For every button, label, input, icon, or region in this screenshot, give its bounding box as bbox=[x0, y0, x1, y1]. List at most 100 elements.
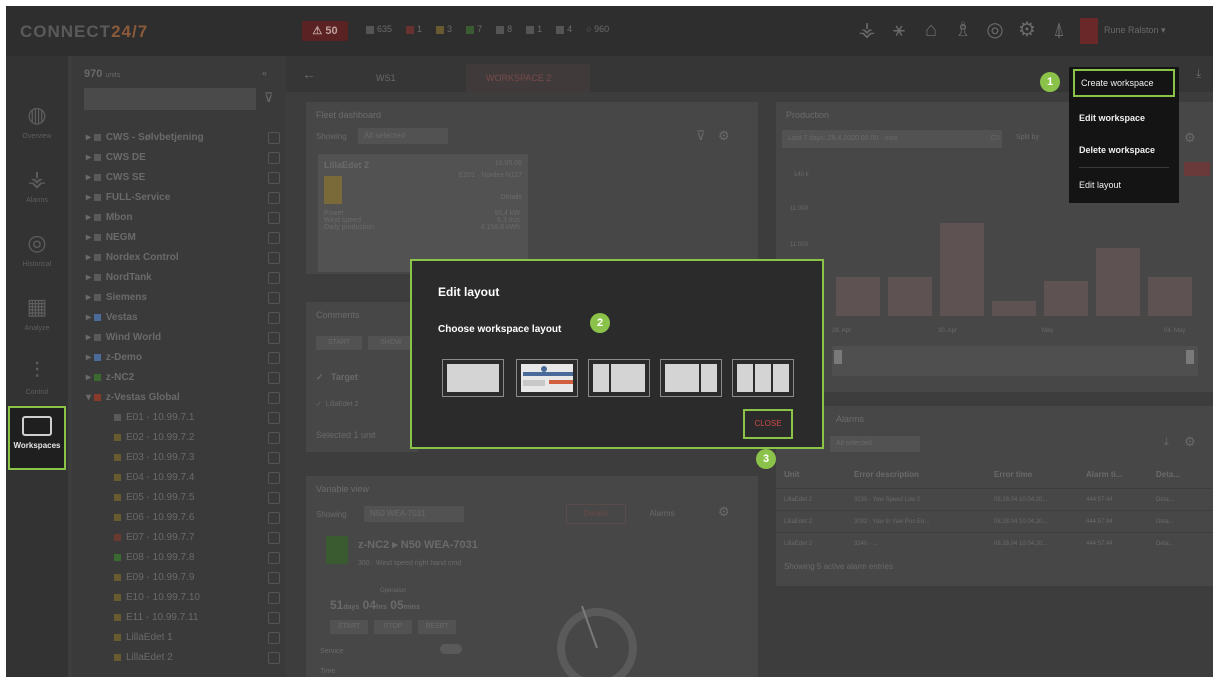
tree-checkbox[interactable] bbox=[268, 552, 280, 564]
tree-checkbox[interactable] bbox=[268, 232, 280, 244]
start-button[interactable]: START bbox=[316, 336, 362, 350]
date-range-select[interactable]: Last 7 days: 28.4.2020 00.00 - now bbox=[782, 130, 1002, 148]
gauge-icon[interactable]: ◎ bbox=[984, 16, 1006, 44]
status-item[interactable]: 7 bbox=[466, 24, 482, 34]
tree-group[interactable]: ▸ NEGM bbox=[86, 228, 282, 248]
caret-down-icon[interactable]: ▾ bbox=[86, 392, 94, 403]
status-item[interactable]: 4 bbox=[556, 24, 572, 34]
tree-group[interactable]: ▸ CWS - Sølvbetjening bbox=[86, 128, 282, 148]
nav-historical[interactable]: ◎ Historical bbox=[6, 224, 68, 282]
caret-right-icon[interactable]: ▸ bbox=[86, 312, 94, 323]
nav-alarms[interactable]: ⚶ Alarms bbox=[6, 160, 68, 218]
tree-checkbox[interactable] bbox=[268, 392, 280, 404]
tree-checkbox[interactable] bbox=[268, 652, 280, 664]
tree-unit[interactable]: E11 - 10.99.7.11 bbox=[114, 608, 282, 628]
alarm-filter-select[interactable]: All selected bbox=[830, 436, 920, 452]
column-header[interactable]: Error description bbox=[846, 462, 986, 488]
caret-right-icon[interactable]: ▸ bbox=[86, 272, 94, 283]
user-menu[interactable]: Rune Ralston ▾ bbox=[1104, 25, 1166, 36]
range-handle-right[interactable] bbox=[1186, 350, 1194, 364]
solar-icon[interactable]: ⚹ bbox=[888, 16, 910, 44]
layout-option-split-3[interactable] bbox=[732, 359, 794, 397]
tree-checkbox[interactable] bbox=[268, 632, 280, 644]
table-cell[interactable]: Deta... bbox=[1148, 533, 1200, 554]
caret-right-icon[interactable]: ▸ bbox=[86, 212, 94, 223]
tree-group[interactable]: ▸ Mbon bbox=[86, 208, 282, 228]
export-icon[interactable]: ⤓ bbox=[1196, 66, 1201, 81]
tree-checkbox[interactable] bbox=[268, 532, 280, 544]
wind-turbine-icon[interactable]: ⚶ bbox=[856, 16, 878, 44]
tree-unit[interactable]: E09 - 10.99.7.9 bbox=[114, 568, 282, 588]
tree-checkbox[interactable] bbox=[268, 312, 280, 324]
calendar-icon[interactable]: ▭ bbox=[990, 132, 999, 143]
tree-group[interactable]: ▸ Nordex Control bbox=[86, 248, 282, 268]
nav-analyze[interactable]: ▦ Analyze bbox=[6, 288, 68, 346]
tree-checkbox[interactable] bbox=[268, 272, 280, 284]
table-cell[interactable]: Deta... bbox=[1148, 511, 1200, 532]
tree-unit[interactable]: E02 - 10.99.7.2 bbox=[114, 428, 282, 448]
table-row[interactable]: LillaEdet 2 3140 - ... 08.28.04 10.04.20..… bbox=[776, 532, 1213, 554]
status-item[interactable]: 1 bbox=[526, 24, 542, 34]
tree-search-input[interactable] bbox=[84, 88, 256, 110]
tower-icon[interactable]: ♗ bbox=[952, 16, 974, 44]
alarm-count-badge[interactable]: ⚠ 50 bbox=[302, 21, 348, 41]
service-toggle[interactable] bbox=[440, 644, 462, 654]
caret-right-icon[interactable]: ▸ bbox=[86, 252, 94, 263]
caret-right-icon[interactable]: ▸ bbox=[86, 172, 94, 183]
production-bar[interactable] bbox=[940, 223, 984, 316]
building-icon[interactable]: ⌂ bbox=[920, 16, 942, 44]
caret-right-icon[interactable]: ▸ bbox=[86, 232, 94, 243]
tree-unit[interactable]: E03 - 10.99.7.3 bbox=[114, 448, 282, 468]
unit-card[interactable]: LillaEdet 2 10.05.06 E201 · Nordex N117 … bbox=[318, 154, 528, 272]
create-workspace-item[interactable]: Create workspace bbox=[1073, 69, 1175, 97]
production-bar[interactable] bbox=[992, 301, 1036, 316]
filter-icon[interactable]: ⊽ bbox=[696, 128, 706, 144]
showing-select[interactable]: All selected bbox=[358, 128, 448, 144]
tree-unit[interactable]: E08 - 10.99.7.8 bbox=[114, 548, 282, 568]
production-bar[interactable] bbox=[836, 277, 880, 316]
unit-select[interactable]: N50 WEA-7031 bbox=[364, 506, 464, 522]
production-bar[interactable] bbox=[1096, 248, 1140, 316]
tree-unit[interactable]: LillaEdet 2 bbox=[114, 648, 282, 668]
layout-option-split-3-mid[interactable] bbox=[660, 359, 722, 397]
caret-right-icon[interactable]: ▸ bbox=[86, 132, 94, 143]
target-row[interactable]: ✓ LillaEdet 2 bbox=[316, 400, 358, 408]
layout-option-single[interactable] bbox=[442, 359, 504, 397]
pylon-icon[interactable]: ⍋ bbox=[1048, 16, 1070, 44]
tree-unit[interactable]: E01 - 10.99.7.1 bbox=[114, 408, 282, 428]
caret-right-icon[interactable]: ▸ bbox=[86, 152, 94, 163]
column-header[interactable]: Unit bbox=[776, 462, 846, 488]
caret-right-icon[interactable]: ▸ bbox=[86, 332, 94, 343]
back-arrow-icon[interactable]: ← bbox=[302, 66, 316, 82]
gear-icon[interactable]: ⚙ bbox=[718, 128, 730, 144]
tree-checkbox[interactable] bbox=[268, 152, 280, 164]
start-button[interactable]: START bbox=[330, 620, 368, 634]
tab-workspace-2[interactable]: WORKSPACE 2 bbox=[466, 64, 590, 92]
reset-button[interactable]: RESET bbox=[418, 620, 456, 634]
tree-unit[interactable]: E06 - 10.99.7.6 bbox=[114, 508, 282, 528]
tree-unit[interactable]: LillaEdet 1 bbox=[114, 628, 282, 648]
gear-icon[interactable]: ⚙ bbox=[1184, 130, 1196, 146]
tree-group[interactable]: ▸ CWS DE bbox=[86, 148, 282, 168]
download-icon[interactable]: ⤓ bbox=[1164, 436, 1169, 449]
tab-details[interactable]: Details bbox=[566, 504, 626, 524]
tree-checkbox[interactable] bbox=[268, 172, 280, 184]
status-item[interactable]: 8 bbox=[496, 24, 512, 34]
layout-option-current[interactable] bbox=[516, 359, 578, 397]
production-bar[interactable] bbox=[1044, 281, 1088, 316]
column-header[interactable]: Deta... bbox=[1148, 462, 1200, 488]
tab-ws1[interactable]: WS1 bbox=[356, 64, 416, 92]
tree-checkbox[interactable] bbox=[268, 132, 280, 144]
tree-checkbox[interactable] bbox=[268, 292, 280, 304]
nav-workspaces[interactable]: Workspaces bbox=[8, 406, 66, 470]
caret-right-icon[interactable]: ▸ bbox=[86, 352, 94, 363]
range-handle-left[interactable] bbox=[834, 350, 842, 364]
gear-icon[interactable]: ⚙ bbox=[718, 504, 730, 520]
tree-group[interactable]: ▸ z-Demo bbox=[86, 348, 282, 368]
tree-group[interactable]: ▸ Wind World bbox=[86, 328, 282, 348]
tree-checkbox[interactable] bbox=[268, 572, 280, 584]
caret-right-icon[interactable]: ▸ bbox=[86, 292, 94, 303]
tab-alarms[interactable]: Alarms bbox=[632, 504, 692, 524]
tree-checkbox[interactable] bbox=[268, 492, 280, 504]
status-item[interactable]: 635 bbox=[366, 24, 392, 34]
